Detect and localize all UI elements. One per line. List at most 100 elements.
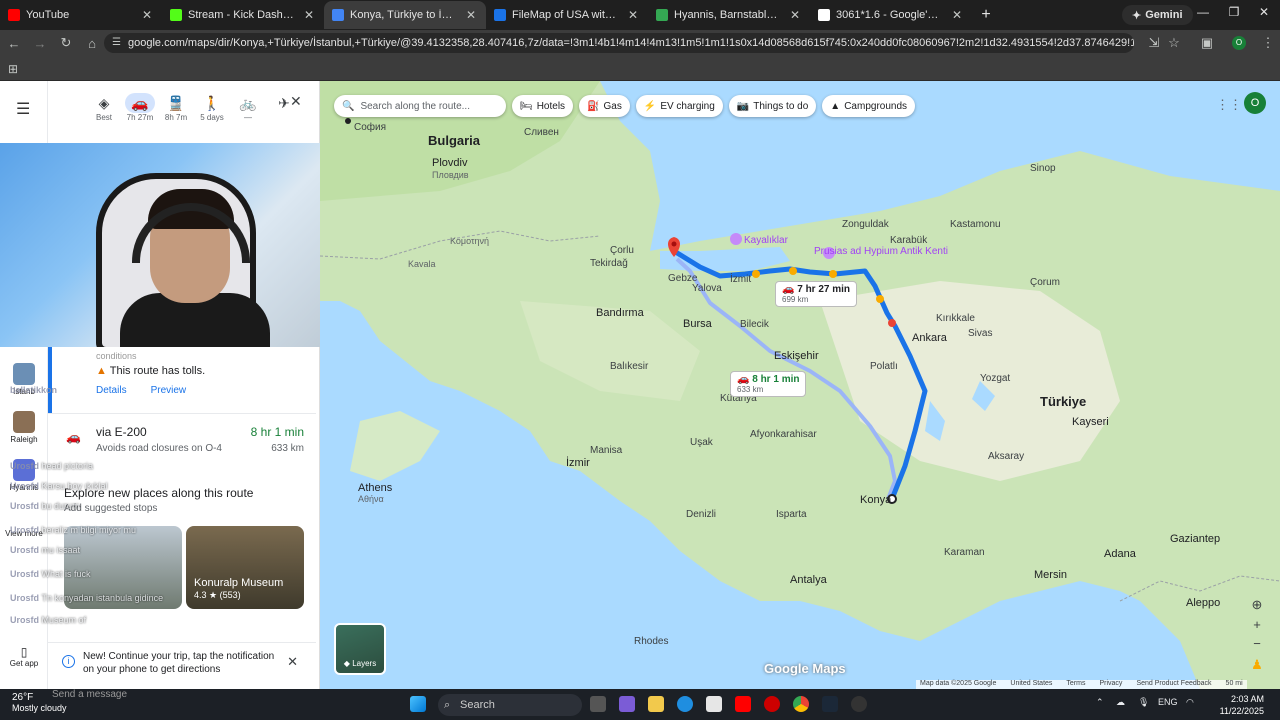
search-along-route-input[interactable]: 🔍 Search along the route... xyxy=(334,95,506,117)
clock-time: 2:03 AM xyxy=(1230,694,1264,704)
menu-kebab-icon[interactable]: ⋮ xyxy=(1256,35,1280,51)
address-bar[interactable]: ☰ google.com/maps/dir/Konya,+Türkiye/İsta… xyxy=(104,33,1134,53)
zoom-in-button[interactable]: + xyxy=(1246,617,1268,635)
chat-message: Urosfd bu durum xyxy=(10,501,80,511)
restore-icon[interactable]: ❐ xyxy=(1224,5,1244,19)
my-location-icon[interactable]: ⊕ xyxy=(1246,597,1268,615)
cloud-icon[interactable]: ☁ xyxy=(1116,697,1125,708)
gemini-button[interactable]: ✦ Gemini xyxy=(1122,5,1193,25)
travel-mode-icon: ✈ xyxy=(278,95,290,111)
minimize-icon[interactable]: — xyxy=(1193,5,1213,19)
back-icon[interactable]: ← xyxy=(2,36,26,51)
footer-link[interactable]: 50 mi xyxy=(1226,680,1243,689)
travel-mode-icon: 🚶 xyxy=(203,95,221,111)
footer-link[interactable]: Privacy xyxy=(1099,680,1122,689)
tray-overflow-icon[interactable]: ⌃ xyxy=(1096,697,1104,708)
place-card-konuralp[interactable]: Konuralp Museum 4.3 ★ (553) xyxy=(186,526,304,609)
place-name: Konuralp Museum xyxy=(194,577,284,589)
selected-route[interactable]: conditions ▲ This route has tolls. Detai… xyxy=(48,347,316,413)
browser-tab[interactable]: Hyannis, Barnstable, Massachu ✕ xyxy=(648,1,810,29)
forward-icon[interactable]: → xyxy=(28,36,52,51)
travel-mode[interactable]: 🚗 7h 27m xyxy=(124,93,156,122)
windows-start-icon[interactable] xyxy=(410,696,426,712)
app-icon[interactable] xyxy=(764,696,780,712)
route-callout-alt[interactable]: 🚗 8 hr 1 min 633 km xyxy=(730,371,807,397)
chip-things-to-do[interactable]: 📷 Things to do xyxy=(728,95,817,117)
system-clock[interactable]: 2:03 AM 11/22/2025 xyxy=(1206,693,1264,717)
pegman-icon[interactable]: ♟ xyxy=(1246,657,1268,675)
map-label: Adana xyxy=(1104,548,1136,560)
travel-mode[interactable]: 🚶 5 days xyxy=(196,93,228,122)
route-note: Avoids road closures on O-4 xyxy=(96,443,222,454)
get-app-button[interactable]: ▯ Get app xyxy=(4,645,44,668)
obs-icon[interactable] xyxy=(851,696,867,712)
map-canvas[interactable]: 🔍 Search along the route... 🛏 Hotels ⛽ Gas … xyxy=(320,81,1280,689)
new-tab-icon[interactable]: + xyxy=(972,6,1000,24)
footer-link[interactable]: United States xyxy=(1010,680,1052,689)
mic-icon[interactable]: 🎙 xyxy=(1138,697,1149,708)
profile-avatar[interactable]: O xyxy=(1232,36,1246,50)
layers-button[interactable]: ◆ Layers xyxy=(334,623,386,675)
language-indicator[interactable]: ENG xyxy=(1158,697,1178,707)
taskbar-search[interactable]: ⌕ Search xyxy=(438,694,582,716)
travel-mode-label: — xyxy=(244,113,252,122)
chip-campgrounds[interactable]: ▲ Campgrounds xyxy=(822,95,916,117)
tab-close-icon[interactable]: ✕ xyxy=(302,8,316,22)
wifi-icon[interactable]: ◠ xyxy=(1186,697,1194,708)
chat-user: Urosfd xyxy=(10,545,39,555)
recent-item-raleigh[interactable]: Raleigh xyxy=(2,411,46,444)
tab-title: FileMap of USA with state nam xyxy=(512,9,620,21)
task-view-icon[interactable] xyxy=(590,696,606,712)
map-label: Kayseri xyxy=(1072,416,1109,428)
copilot-icon[interactable] xyxy=(619,696,635,712)
tab-close-icon[interactable]: ✕ xyxy=(950,8,964,22)
tab-close-icon[interactable]: ✕ xyxy=(788,8,802,22)
bookmark-star-icon[interactable]: ☆ xyxy=(1162,35,1186,51)
travel-mode[interactable]: 🚆 8h 7m xyxy=(160,93,192,122)
map-label: Sinop xyxy=(1030,163,1056,174)
chat-input-placeholder[interactable]: Send a message xyxy=(52,689,127,700)
steam-icon[interactable] xyxy=(822,696,838,712)
account-avatar[interactable]: O xyxy=(1244,92,1266,114)
chrome-icon[interactable] xyxy=(793,696,809,712)
sidepanel-icon[interactable]: ▣ xyxy=(1195,35,1219,51)
get-app-label: Get app xyxy=(9,659,39,668)
tab-close-icon[interactable]: ✕ xyxy=(464,8,478,22)
tab-close-icon[interactable]: ✕ xyxy=(626,8,640,22)
file-explorer-icon[interactable] xyxy=(648,696,664,712)
chip-hotels[interactable]: 🛏 Hotels xyxy=(512,95,574,117)
details-link[interactable]: Details xyxy=(96,385,127,396)
route-callout-main[interactable]: 🚗 7 hr 27 min 699 km xyxy=(775,281,858,307)
browser-tab[interactable]: Konya, Türkiye to İstanbul, Türk ✕ xyxy=(324,1,486,29)
close-notification-icon[interactable]: ✕ xyxy=(287,654,298,670)
browser-tab[interactable]: Stream - Kick Dashboard ✕ xyxy=(162,1,324,29)
browser-tab[interactable]: 3061*1.6 - Google'da Ara ✕ xyxy=(810,1,972,29)
footer-link[interactable]: Terms xyxy=(1066,680,1085,689)
chip-ev-charging[interactable]: ⚡ EV charging xyxy=(635,95,723,117)
browser-tab[interactable]: FileMap of USA with state nam ✕ xyxy=(486,1,648,29)
menu-icon[interactable]: ☰ xyxy=(16,99,30,119)
youtube-app-icon[interactable] xyxy=(735,696,751,712)
travel-mode[interactable]: 🚲 — xyxy=(232,93,264,122)
close-directions-icon[interactable]: ✕ xyxy=(290,93,302,110)
preview-link[interactable]: Preview xyxy=(151,385,187,396)
zoom-out-button[interactable]: − xyxy=(1246,636,1268,654)
travel-mode[interactable]: ◈ Best xyxy=(88,93,120,122)
chip-gas[interactable]: ⛽ Gas xyxy=(579,95,630,117)
map-label: Antalya xyxy=(790,574,827,586)
footer-link[interactable]: Send Product Feedback xyxy=(1136,680,1211,689)
tab-close-icon[interactable]: ✕ xyxy=(140,8,154,22)
edge-icon[interactable] xyxy=(677,696,693,712)
footer-link: Map data ©2025 Google xyxy=(920,680,997,687)
close-window-icon[interactable]: ✕ xyxy=(1254,5,1274,19)
chat-message: Urosfd Karsu boy ıkıklal xyxy=(10,481,108,491)
site-info-icon[interactable]: ☰ xyxy=(112,33,121,53)
reload-icon[interactable]: ↻ xyxy=(54,35,78,51)
store-icon[interactable] xyxy=(706,696,722,712)
chat-text: beraliz m bilgi miyor mu xyxy=(41,525,137,535)
home-icon[interactable]: ⌂ xyxy=(80,36,104,51)
travel-mode-icon: 🚆 xyxy=(167,95,185,111)
apps-grid-icon[interactable]: ⊞ xyxy=(8,62,18,76)
browser-tab[interactable]: YouTube ✕ xyxy=(0,1,162,29)
maps-page: ☰ ◈ Best 🚗 7h 27m 🚆 8h 7m 🚶 5 days 🚲 — ✈ ✕ İstanb … xyxy=(0,81,1280,689)
